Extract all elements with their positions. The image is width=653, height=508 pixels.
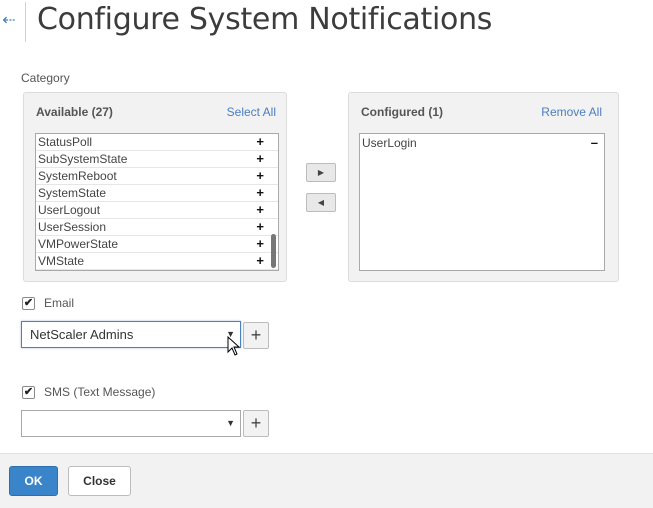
- add-item-icon[interactable]: +: [256, 253, 264, 269]
- available-list[interactable]: StatusPoll + SubSystemState + SystemReboot…: [35, 133, 279, 271]
- dialog-footer: OK Close: [0, 453, 653, 508]
- mouse-cursor-icon: [227, 336, 241, 356]
- chevron-down-icon: ▼: [226, 418, 235, 428]
- add-item-icon[interactable]: +: [256, 134, 264, 150]
- sms-checkbox[interactable]: ✔: [22, 386, 35, 399]
- sms-recipient-select[interactable]: ▼: [21, 410, 241, 437]
- list-item[interactable]: VMPowerState +: [36, 236, 278, 253]
- add-item-icon[interactable]: +: [256, 151, 264, 167]
- select-all-link[interactable]: Select All: [227, 105, 276, 119]
- add-sms-recipient-button[interactable]: +: [243, 410, 269, 437]
- list-item[interactable]: StatusPoll +: [36, 134, 278, 151]
- title-divider: [25, 2, 26, 42]
- ok-button[interactable]: OK: [9, 466, 58, 496]
- email-label: Email: [44, 296, 75, 310]
- configured-list[interactable]: UserLogin –: [359, 133, 605, 271]
- available-title: Available (27): [36, 105, 113, 119]
- move-left-button[interactable]: ◀: [306, 193, 336, 212]
- list-item[interactable]: SubSystemState +: [36, 151, 278, 168]
- list-item[interactable]: UserLogout +: [36, 202, 278, 219]
- list-item[interactable]: UserSession +: [36, 219, 278, 236]
- move-right-button[interactable]: ▶: [306, 163, 336, 182]
- add-item-icon[interactable]: +: [256, 185, 264, 201]
- email-recipient-select[interactable]: NetScaler Admins ▼: [21, 321, 241, 348]
- add-item-icon[interactable]: +: [256, 202, 264, 218]
- back-arrow-icon[interactable]: ⇠: [0, 8, 18, 34]
- add-item-icon[interactable]: +: [256, 219, 264, 235]
- page-title: Configure System Notifications: [37, 2, 493, 37]
- remove-all-link[interactable]: Remove All: [541, 105, 602, 119]
- close-button[interactable]: Close: [68, 466, 131, 496]
- email-select-value: NetScaler Admins: [30, 327, 134, 342]
- arrow-right-icon: ▶: [317, 168, 325, 177]
- list-item[interactable]: SystemState +: [36, 185, 278, 202]
- page-header: ⇠ Configure System Notifications: [0, 0, 653, 46]
- list-item[interactable]: VMState +: [36, 253, 278, 270]
- list-scrollbar[interactable]: [271, 234, 276, 268]
- sms-label: SMS (Text Message): [44, 385, 156, 399]
- category-label: Category: [21, 71, 70, 85]
- list-item[interactable]: UserLogin –: [360, 134, 604, 152]
- configured-panel: Configured (1) Remove All UserLogin –: [348, 92, 619, 282]
- arrow-left-icon: ◀: [317, 198, 325, 207]
- remove-item-icon[interactable]: –: [591, 134, 598, 152]
- available-panel: Available (27) Select All StatusPoll + Su…: [23, 92, 287, 282]
- add-email-recipient-button[interactable]: +: [243, 322, 269, 349]
- list-item[interactable]: SystemReboot +: [36, 168, 278, 185]
- email-checkbox[interactable]: ✔: [22, 297, 35, 310]
- add-item-icon[interactable]: +: [256, 168, 264, 184]
- configured-title: Configured (1): [361, 105, 443, 119]
- add-item-icon[interactable]: +: [256, 236, 264, 252]
